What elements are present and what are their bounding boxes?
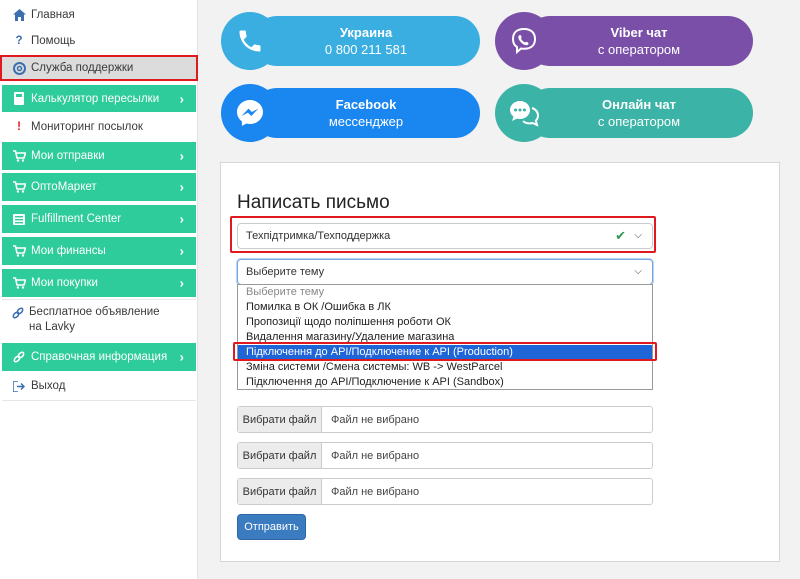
sidebar-item-help[interactable]: ? Помощь: [2, 32, 196, 50]
sidebar-item-calculator[interactable]: Калькулятор пересылки ›: [2, 85, 196, 112]
contact-card-subtitle: 0 800 211 581: [324, 42, 408, 57]
checkmark-icon: ✔: [615, 228, 626, 243]
sidebar-item-label: Помощь: [31, 35, 76, 47]
viber-icon: [495, 12, 553, 70]
department-select[interactable]: Техпідтримка/Техподдержка ✔ ⌵: [237, 223, 653, 249]
chevron-right-icon: ›: [179, 148, 184, 164]
phone-icon: [221, 12, 279, 70]
contact-card-facebook[interactable]: Facebook мессенджер: [252, 88, 480, 138]
contact-card-title: Украина: [339, 25, 393, 40]
sidebar-item-monitoring[interactable]: ! Мониторинг посылок: [2, 118, 196, 136]
sidebar-item-support[interactable]: Служба поддержки: [0, 55, 198, 81]
department-select-value: Техпідтримка/Техподдержка: [246, 230, 391, 242]
form-title: Написать письмо: [237, 192, 390, 213]
link-icon: [12, 351, 26, 363]
sidebar-item-label: Служба поддержки: [31, 62, 134, 74]
topic-option[interactable]: Зміна системи /Смена системы: WB -> West…: [238, 360, 652, 375]
contact-card-online-chat[interactable]: Онлайн чат с оператором: [525, 88, 753, 138]
file-status: Файл не вибрано: [331, 485, 420, 498]
sidebar: Главная ? Помощь Служба поддержки Кальку…: [0, 0, 198, 579]
sidebar-item-label: Fulfillment Center: [31, 213, 122, 225]
logout-icon: [12, 380, 26, 392]
file-status: Файл не вибрано: [331, 413, 420, 426]
chat-icon: [495, 84, 553, 142]
file-input[interactable]: Вибрати файл Файл не вибрано: [237, 478, 653, 505]
sidebar-item-purchases[interactable]: Мои покупки ›: [2, 269, 196, 297]
sidebar-item-logout[interactable]: Выход: [2, 377, 196, 395]
sidebar-divider: [2, 400, 196, 401]
sidebar-item-finances[interactable]: Мои финансы ›: [2, 237, 196, 265]
sidebar-item-label: Главная: [31, 9, 75, 21]
cart-icon: [12, 150, 26, 162]
link-icon: [12, 307, 24, 319]
sidebar-item-label: Мои отправки: [31, 150, 105, 162]
file-input[interactable]: Вибрати файл Файл не вибрано: [237, 406, 653, 433]
sidebar-item-lavky[interactable]: Бесплатное объявление на Lavky: [2, 305, 172, 337]
contact-card-viber[interactable]: Viber чат с оператором: [525, 16, 753, 66]
sidebar-item-label: Справочная информация: [31, 351, 168, 363]
chevron-down-icon: ⌵: [634, 230, 642, 241]
sidebar-item-label: Бесплатное объявление на Lavky: [29, 306, 160, 333]
file-input[interactable]: Вибрати файл Файл не вибрано: [237, 442, 653, 469]
file-status: Файл не вибрано: [331, 449, 420, 462]
sidebar-item-home[interactable]: Главная: [2, 6, 196, 24]
sidebar-item-label: Мои покупки: [31, 277, 98, 289]
topic-option[interactable]: Видалення магазину/Удаление магазина: [238, 330, 652, 345]
sidebar-item-fulfillment[interactable]: Fulfillment Center ›: [2, 205, 196, 233]
topic-option[interactable]: Выберите тему: [238, 285, 652, 300]
cart-icon: [12, 277, 26, 289]
chevron-right-icon: ›: [179, 179, 184, 195]
topic-option[interactable]: Підключення до API/Подключение к API (Sa…: [238, 375, 652, 390]
contact-card-subtitle: с оператором: [597, 42, 681, 57]
sidebar-item-reference[interactable]: Справочная информация ›: [2, 343, 196, 371]
contact-card-subtitle: с оператором: [597, 114, 681, 129]
topic-select-value: Выберите тему: [246, 266, 325, 278]
sidebar-item-label: Выход: [31, 380, 66, 392]
cart-icon: [12, 245, 26, 257]
sidebar-item-optomarket[interactable]: ОптоМаркет ›: [2, 173, 196, 201]
lifebuoy-icon: [12, 61, 26, 75]
contact-card-title: Viber чат: [610, 25, 668, 40]
choose-file-button[interactable]: Вибрати файл: [238, 443, 322, 468]
contact-card-subtitle: мессенджер: [328, 114, 404, 129]
home-icon: [12, 9, 26, 21]
chevron-down-icon: ⌵: [634, 266, 642, 277]
sidebar-item-label: Мои финансы: [31, 245, 106, 257]
submit-button[interactable]: Отправить: [237, 514, 306, 540]
contact-card-phone[interactable]: Украина 0 800 211 581: [252, 16, 480, 66]
messenger-icon: [221, 84, 279, 142]
sidebar-item-label: Калькулятор пересылки: [31, 92, 160, 105]
list-icon: [12, 213, 26, 225]
calculator-icon: [12, 92, 26, 105]
sidebar-divider: [2, 299, 196, 300]
topic-option[interactable]: Помилка в ОК /Ошибка в ЛК: [238, 300, 652, 315]
cart-icon: [12, 181, 26, 193]
chevron-right-icon: ›: [179, 91, 184, 106]
sidebar-item-label: Мониторинг посылок: [31, 121, 143, 133]
contact-card-title: Facebook: [335, 97, 397, 112]
topic-option[interactable]: Пропозиції щодо поліпшення роботи ОК: [238, 315, 652, 330]
chevron-right-icon: ›: [179, 349, 184, 365]
topic-dropdown-list[interactable]: Выберите тему Помилка в ОК /Ошибка в ЛК …: [237, 284, 653, 390]
sidebar-item-shipments[interactable]: Мои отправки ›: [2, 142, 196, 170]
choose-file-button[interactable]: Вибрати файл: [238, 407, 322, 432]
contact-card-title: Онлайн чат: [601, 97, 677, 112]
topic-select[interactable]: Выберите тему ⌵: [237, 259, 653, 285]
question-icon: ?: [15, 35, 23, 47]
chevron-right-icon: ›: [179, 243, 184, 259]
sidebar-item-label: ОптоМаркет: [31, 181, 97, 193]
choose-file-button[interactable]: Вибрати файл: [238, 479, 322, 504]
chevron-right-icon: ›: [179, 275, 184, 291]
chevron-right-icon: ›: [179, 211, 184, 227]
exclamation-icon: !: [17, 121, 21, 133]
topic-option-selected[interactable]: Підключення до API/Подключение к API (Pr…: [238, 345, 652, 360]
